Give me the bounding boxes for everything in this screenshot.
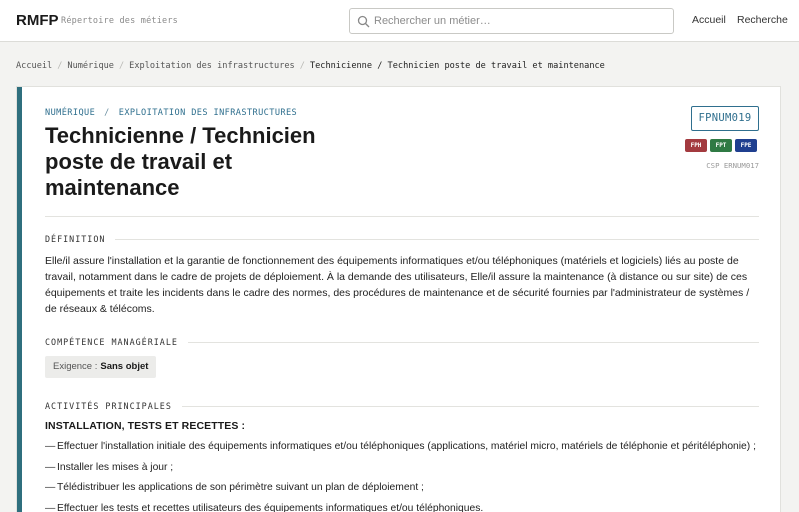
- top-bar: RMFP Répertoire des métiers Accueil Rech…: [0, 0, 799, 42]
- kicker-separator: /: [104, 108, 110, 118]
- job-code-badge: FPNUM019: [691, 106, 759, 131]
- exigence-label: Exigence :: [53, 361, 98, 372]
- breadcrumb-separator: /: [118, 61, 125, 71]
- definition-text: Elle/il assure l'installation et la gara…: [45, 255, 750, 315]
- fp-tag-fpe: FPE: [735, 139, 757, 152]
- activity-text: Effectuer l'installation initiale des éq…: [57, 441, 756, 452]
- section-heading-activites: ACTIVITÉS PRINCIPALES: [45, 401, 759, 411]
- dash-bullet: —: [45, 441, 56, 452]
- list-item: — Effectuer l'installation initiale des é…: [45, 440, 765, 461]
- job-card: NUMÉRIQUE / EXPLOITATION DES INFRASTRUCTUR…: [16, 86, 781, 512]
- section-heading-competence: COMPÉTENCE MANAGÉRIALE: [45, 337, 759, 347]
- job-domain[interactable]: NUMÉRIQUE: [45, 108, 95, 118]
- search-box[interactable]: [349, 8, 674, 34]
- section-label: COMPÉTENCE MANAGÉRIALE: [45, 337, 188, 347]
- breadcrumb-item-accueil[interactable]: Accueil: [16, 61, 52, 71]
- section-heading-definition: DÉFINITION: [45, 234, 759, 244]
- breadcrumb-item-exploitation[interactable]: Exploitation des infrastructures: [129, 61, 295, 71]
- breadcrumb-current: Technicienne / Technicien poste de trava…: [309, 61, 605, 71]
- activity-text: Effectuer les tests et recettes utilisat…: [57, 502, 484, 512]
- fp-tag-fpt: FPT: [710, 139, 732, 152]
- list-item: — Télédistribuer les applications de son …: [45, 481, 765, 502]
- job-kicker: NUMÉRIQUE / EXPLOITATION DES INFRASTRUCTUR…: [45, 108, 297, 118]
- brand-tagline: Répertoire des métiers: [61, 16, 178, 26]
- nav-link-accueil[interactable]: Accueil: [692, 14, 726, 26]
- dash-bullet: —: [45, 461, 56, 473]
- activity-group-title: INSTALLATION, TESTS ET RECETTES :: [45, 420, 246, 432]
- fp-tag-fph: FPH: [685, 139, 707, 152]
- activity-list: — Effectuer l'installation initiale des é…: [45, 440, 765, 512]
- header-divider: [45, 216, 759, 217]
- card-accent-bar: [17, 87, 22, 512]
- exigence-value: Sans objet: [100, 361, 149, 372]
- search-input[interactable]: [374, 13, 664, 29]
- nav-link-recherche[interactable]: Recherche: [737, 14, 788, 26]
- breadcrumb-separator: /: [57, 61, 63, 71]
- csp-code: CSP ERNUM017: [706, 161, 759, 170]
- section-rule: [45, 239, 759, 240]
- section-label: ACTIVITÉS PRINCIPALES: [45, 401, 182, 411]
- list-item: — Effectuer les tests et recettes utilisa…: [45, 502, 765, 512]
- brand-logo[interactable]: RMFP: [16, 12, 59, 29]
- breadcrumb-separator: /: [299, 61, 305, 71]
- job-family[interactable]: EXPLOITATION DES INFRASTRUCTURES: [119, 108, 297, 118]
- exigence-chip: Exigence : Sans objet: [45, 356, 157, 378]
- activity-text: Installer les mises à jour ;: [57, 461, 174, 473]
- page-title: Technicienne / Technicien poste de trava…: [45, 123, 316, 200]
- dash-bullet: —: [45, 482, 56, 493]
- section-label: DÉFINITION: [45, 234, 116, 244]
- breadcrumb-item-numerique[interactable]: Numérique: [67, 61, 114, 71]
- dash-bullet: —: [45, 502, 56, 512]
- search-icon: [357, 15, 370, 28]
- activity-text: Télédistribuer les applications de son p…: [57, 482, 424, 493]
- breadcrumb: Accueil / Numérique / Exploitation des infra…: [16, 61, 605, 71]
- list-item: — Installer les mises à jour ;: [45, 461, 765, 482]
